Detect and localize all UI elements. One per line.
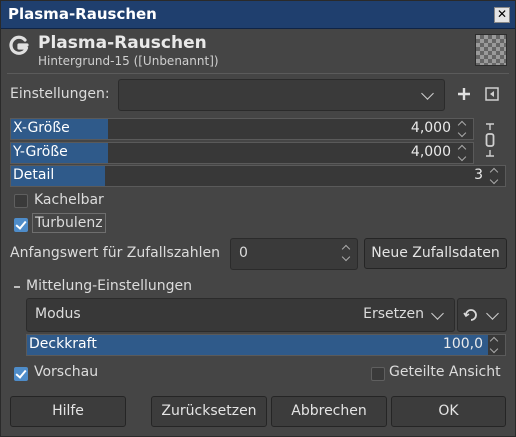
presets-label: Einstellungen:: [10, 86, 110, 102]
chain-link-icon[interactable]: [482, 122, 498, 158]
presets-combo[interactable]: [118, 79, 445, 111]
mode-label: Modus: [35, 306, 81, 322]
close-button[interactable]: ✕: [494, 7, 510, 23]
seed-value: 0: [239, 245, 248, 261]
opacity-label: Deckkraft: [29, 336, 97, 352]
detail-value: 3: [474, 167, 483, 183]
cancel-button[interactable]: Abbrechen: [271, 396, 387, 427]
turbulenz-checkbox[interactable]: [14, 218, 28, 232]
reset-button[interactable]: Zurücksetzen: [151, 396, 267, 427]
seed-spinner[interactable]: [341, 243, 353, 263]
seed-label: Anfangswert für Zufallszahlen: [10, 245, 220, 261]
detail-spinner[interactable]: [489, 166, 501, 186]
x-size-spinner[interactable]: [457, 119, 469, 139]
collapse-icon[interactable]: [14, 286, 20, 288]
ok-button[interactable]: OK: [391, 396, 506, 427]
kachelbar-label: Kachelbar: [34, 192, 104, 208]
filter-title: Plasma-Rauschen: [38, 33, 207, 53]
preview-label: Vorschau: [34, 364, 99, 380]
detail-slider[interactable]: Detail 3: [10, 165, 506, 187]
y-size-label: Y-Größe: [13, 144, 68, 160]
gegl-logo-icon: [9, 35, 29, 55]
kachelbar-checkbox[interactable]: [14, 194, 28, 208]
blending-section-label[interactable]: Mittelung-Einstellungen: [26, 278, 192, 294]
composite-mode-icon: [463, 309, 477, 321]
chevron-down-icon: [486, 307, 499, 320]
composite-mode-button[interactable]: [457, 298, 507, 332]
x-size-slider[interactable]: X-Größe 4,000: [10, 118, 474, 140]
new-seed-button[interactable]: Neue Zufallsdaten: [364, 238, 507, 269]
header-divider: [7, 73, 509, 74]
mode-value: Ersetzen: [363, 306, 424, 322]
opacity-slider[interactable]: Deckkraft 100,0: [26, 334, 506, 356]
image-subtitle: Hintergrund-15 ([Unbenannt]): [38, 54, 219, 68]
turbulenz-label: Turbulenz: [32, 213, 106, 233]
window-title: Plasma-Rauschen: [8, 5, 157, 23]
title-bar[interactable]: Plasma-Rauschen ✕: [1, 1, 515, 29]
split-view-checkbox[interactable]: [371, 367, 385, 381]
split-view-label: Geteilte Ansicht: [389, 364, 501, 380]
y-size-value: 4,000: [410, 144, 451, 160]
detail-label: Detail: [13, 167, 55, 183]
x-size-value: 4,000: [410, 120, 451, 136]
chevron-down-icon: [431, 307, 444, 320]
dialog-window: Plasma-Rauschen ✕ Plasma-Rauschen Hinter…: [0, 0, 516, 437]
y-size-slider[interactable]: Y-Größe 4,000: [10, 142, 474, 164]
layer-thumbnail: [475, 34, 507, 66]
opacity-spinner[interactable]: [489, 335, 501, 355]
preset-menu-icon[interactable]: [485, 87, 499, 101]
close-icon: ✕: [496, 7, 508, 21]
mode-combo[interactable]: Modus Ersetzen: [26, 298, 455, 332]
add-preset-icon[interactable]: [457, 87, 471, 101]
opacity-value: 100,0: [442, 336, 483, 352]
y-size-spinner[interactable]: [457, 143, 469, 163]
seed-input[interactable]: 0: [230, 238, 358, 270]
help-button[interactable]: Hilfe: [10, 396, 126, 427]
chevron-down-icon: [421, 87, 434, 100]
x-size-label: X-Größe: [13, 120, 70, 136]
preview-checkbox[interactable]: [14, 367, 28, 381]
